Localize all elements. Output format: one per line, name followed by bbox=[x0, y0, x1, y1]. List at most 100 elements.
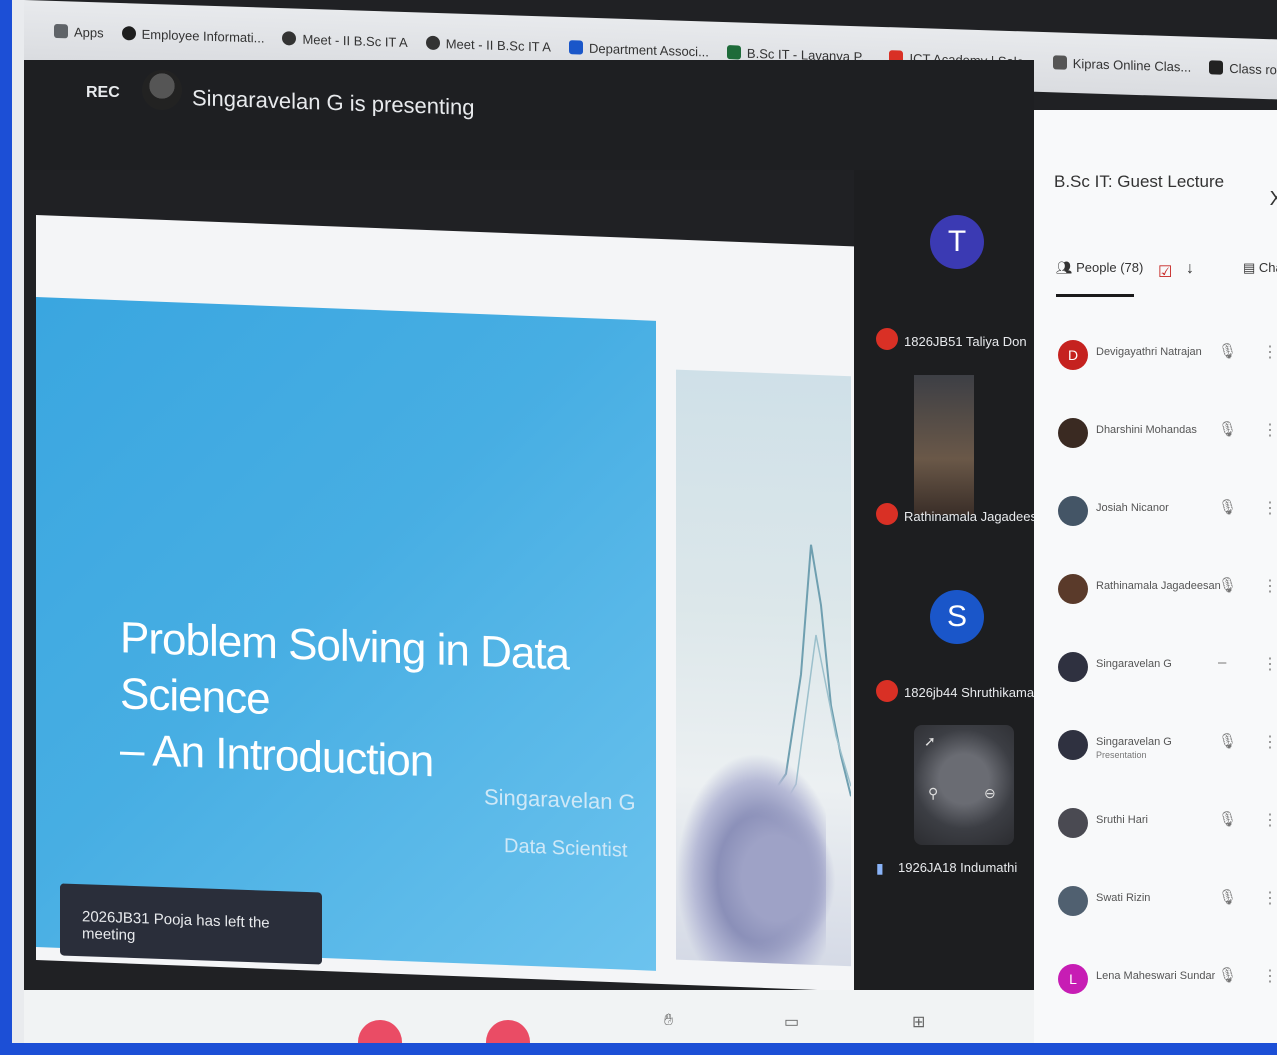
slide-title: Problem Solving in Data Science – An Int… bbox=[120, 610, 656, 799]
meet-icon bbox=[425, 35, 440, 51]
bookmark-label: Meet - II B.Sc IT A bbox=[445, 35, 551, 55]
chat-icon: ▤ bbox=[1243, 260, 1259, 275]
participant-name: 1826JB51 Taliya Don bbox=[904, 334, 1027, 349]
close-panel-button[interactable]: X bbox=[1270, 188, 1277, 211]
mic-off-icon[interactable]: 🎙︎ bbox=[1218, 888, 1237, 906]
person-name: Singaravelan G bbox=[1096, 736, 1172, 748]
notification-toast: 2026JB31 Pooja has left the meeting bbox=[60, 883, 322, 965]
shared-screen: Problem Solving in Data Science – An Int… bbox=[36, 215, 876, 993]
screen: Apps Employee Informati... Meet - II B.S… bbox=[24, 0, 1277, 1043]
bookmark-employee-info[interactable]: Employee Informati... bbox=[121, 26, 265, 46]
avatar bbox=[1058, 730, 1088, 760]
person-name: Swati Rizin bbox=[1096, 892, 1151, 904]
docs-icon bbox=[568, 40, 583, 55]
more-options-icon[interactable]: ⋮ bbox=[1262, 654, 1277, 674]
list-item[interactable]: Singaravelan G Presentation 🎙︎ ⋮ bbox=[1034, 710, 1277, 788]
camera-toggle-button[interactable] bbox=[486, 1020, 530, 1043]
tab-chat[interactable]: ▤ Chat bbox=[1243, 260, 1277, 276]
mic-off-icon bbox=[876, 680, 898, 702]
person-name: Sruthi Hari bbox=[1096, 814, 1148, 826]
pin-icon[interactable]: ⚲ bbox=[928, 785, 938, 802]
list-item[interactable]: Rathinamala Jagadeesan 🎙︎ ⋮ bbox=[1034, 554, 1277, 632]
mic-off-icon[interactable]: 🎙︎ bbox=[1218, 732, 1237, 750]
mic-off-icon[interactable]: 🎙︎ bbox=[1218, 576, 1237, 594]
presenting-label: Singaravelan G is presenting bbox=[192, 85, 475, 120]
tab-label: People (78) bbox=[1076, 260, 1144, 275]
bookmark-apps[interactable]: Apps bbox=[54, 23, 104, 40]
avatar bbox=[1058, 808, 1088, 838]
mic-toggle-button[interactable] bbox=[358, 1020, 402, 1043]
panel-tabs: 👥︎ People (78) ☑ ↓ ▤ Chat bbox=[1048, 250, 1277, 300]
mic-on-icon: ▮ bbox=[876, 860, 884, 876]
grid-icon bbox=[1052, 55, 1067, 70]
participant-avatar: T bbox=[930, 215, 984, 269]
bookmark-classroom[interactable]: Class room Manage... bbox=[1209, 60, 1277, 79]
participant-video bbox=[914, 375, 974, 515]
hand-icon[interactable]: ✋︎ bbox=[664, 1012, 673, 1030]
present-icon[interactable]: ⊞ bbox=[912, 1012, 925, 1032]
bookmark-label: Meet - II B.Sc IT A bbox=[302, 31, 408, 50]
mic-off-icon[interactable]: 🎙︎ bbox=[1218, 810, 1237, 828]
more-options-icon[interactable]: ⋮ bbox=[1262, 732, 1277, 752]
person-name: Rathinamala Jagadeesan bbox=[1096, 580, 1221, 592]
active-tab-indicator bbox=[1056, 294, 1134, 297]
bookmark-label: Employee Informati... bbox=[141, 26, 265, 46]
avatar bbox=[1058, 652, 1088, 682]
person-name: Devigayathri Natrajan bbox=[1096, 346, 1202, 358]
mic-off-icon[interactable]: 🎙︎ bbox=[1218, 966, 1237, 984]
audio-level-icon: – bbox=[1218, 654, 1227, 671]
more-options-icon[interactable]: ⋮ bbox=[1262, 888, 1277, 908]
person-name: Singaravelan G bbox=[1096, 658, 1172, 670]
more-options-icon[interactable]: ⋮ bbox=[1262, 966, 1277, 986]
bookmark-meet-1[interactable]: Meet - II B.Sc IT A bbox=[282, 31, 408, 50]
slide: Problem Solving in Data Science – An Int… bbox=[36, 297, 656, 971]
list-item[interactable]: D Devigayathri Natrajan 🎙︎ ⋮ bbox=[1034, 320, 1277, 398]
mic-off-icon bbox=[876, 328, 898, 350]
participant-avatar: S bbox=[930, 590, 984, 644]
checkbox-icon[interactable]: ☑ bbox=[1158, 262, 1172, 282]
person-name: Josiah Nicanor bbox=[1096, 502, 1169, 514]
captions-icon[interactable]: ▭ bbox=[784, 1012, 799, 1032]
minus-icon[interactable]: ⊖ bbox=[984, 785, 996, 802]
list-item[interactable]: Josiah Nicanor 🎙︎ ⋮ bbox=[1034, 476, 1277, 554]
bookmark-label: Apps bbox=[74, 24, 104, 41]
mic-off-icon[interactable]: 🎙︎ bbox=[1218, 420, 1237, 438]
list-item[interactable]: Dharshini Mohandas 🎙︎ ⋮ bbox=[1034, 398, 1277, 476]
more-options-icon[interactable]: ⋮ bbox=[1262, 810, 1277, 830]
bookmark-kipras[interactable]: Kipras Online Clas... bbox=[1052, 55, 1191, 74]
avatar: D bbox=[1058, 340, 1088, 370]
more-options-icon[interactable]: ⋮ bbox=[1262, 498, 1277, 518]
list-item[interactable]: Swati Rizin 🎙︎ ⋮ bbox=[1034, 866, 1277, 944]
bookmark-meet-2[interactable]: Meet - II B.Sc IT A bbox=[425, 35, 551, 55]
person-subtitle: Presentation bbox=[1096, 750, 1147, 760]
self-view[interactable]: ⚲ ➚ ⊖ bbox=[914, 725, 1014, 845]
photo-frame: Apps Employee Informati... Meet - II B.S… bbox=[0, 0, 1277, 1055]
sphere-illustration-2 bbox=[716, 801, 836, 956]
avatar: L bbox=[1058, 964, 1088, 994]
classroom-icon bbox=[726, 45, 741, 60]
slide-author: Singaravelan G bbox=[484, 784, 636, 816]
cursor-icon: ➚ bbox=[924, 733, 936, 749]
download-icon[interactable]: ↓ bbox=[1186, 260, 1194, 278]
mic-off-icon bbox=[876, 503, 898, 525]
avatar bbox=[1058, 886, 1088, 916]
mic-off-icon[interactable]: 🎙︎ bbox=[1218, 342, 1237, 360]
slide-role: Data Scientist bbox=[504, 834, 628, 862]
mic-off-icon[interactable]: 🎙︎ bbox=[1218, 498, 1237, 516]
list-item[interactable]: Singaravelan G – ⋮ bbox=[1034, 632, 1277, 710]
tab-people[interactable]: 👥︎ People (78) bbox=[1056, 260, 1143, 276]
avatar bbox=[1058, 418, 1088, 448]
bookmark-department[interactable]: Department Associ... bbox=[568, 40, 709, 59]
more-options-icon[interactable]: ⋮ bbox=[1262, 576, 1277, 596]
bottom-toolbar: ✋︎ ▭ ⊞ bbox=[24, 990, 1034, 1043]
list-item[interactable]: L Lena Maheswari Sundar 🎙︎ ⋮ bbox=[1034, 944, 1277, 1022]
tab-label: Chat bbox=[1258, 260, 1277, 275]
more-options-icon[interactable]: ⋮ bbox=[1262, 342, 1277, 362]
meet-icon bbox=[282, 31, 297, 46]
slide-title-line-1: Problem Solving in Data Science bbox=[120, 613, 570, 724]
person-name: Dharshini Mohandas bbox=[1096, 424, 1197, 436]
participant-name: Rathinamala Jagadeesan bbox=[904, 509, 1052, 524]
list-item[interactable]: Sruthi Hari 🎙︎ ⋮ bbox=[1034, 788, 1277, 866]
slide-illustration bbox=[676, 369, 851, 967]
more-options-icon[interactable]: ⋮ bbox=[1262, 420, 1277, 440]
